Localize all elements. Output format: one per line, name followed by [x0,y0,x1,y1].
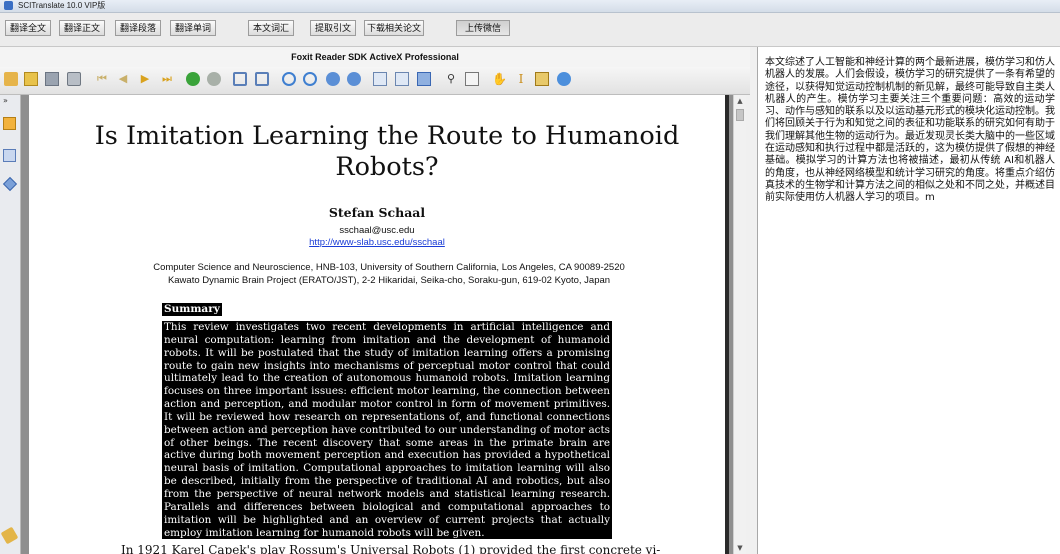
sidebar-expand-icon[interactable]: » [3,97,17,110]
find-icon[interactable]: ⚲ [444,72,458,86]
fit-width-icon[interactable] [395,72,409,86]
scroll-down-icon[interactable]: ▼ [734,542,746,554]
hand-tool-icon[interactable]: ✋ [492,72,507,86]
bookmark-icon[interactable] [465,72,479,86]
scroll-up-icon[interactable]: ▲ [734,95,746,107]
open-icon[interactable] [24,72,38,86]
app-icon [4,1,13,10]
affiliation-line-2: Kawato Dynamic Brain Project (ERATO/JST)… [167,275,611,286]
go-forward-icon[interactable] [207,72,221,86]
window-title: SCITranslate 10.0 VIP版 [18,1,106,10]
prev-page-icon[interactable]: ◀ [116,72,130,86]
rotate-left-icon[interactable] [233,72,247,86]
viewer-title: Foxit Reader SDK ActiveX Professional [291,52,459,62]
actual-size-icon[interactable] [417,72,431,86]
zoom-in-icon[interactable] [282,72,296,86]
print-icon[interactable] [67,72,81,86]
fit-page-icon[interactable] [373,72,387,86]
zoom-plus-icon[interactable] [326,72,340,86]
last-page-icon[interactable]: ⏭ [160,72,174,86]
translation-text[interactable]: 本文综述了人工智能和神经计算的两个最新进展，模仿学习和仿人机器人的发展。人们会假… [765,57,1055,205]
translate-word-button[interactable]: 翻译单词 [170,20,216,36]
pen-icon[interactable] [0,526,19,545]
translate-toolbar: 翻译全文 翻译正文 翻译段落 翻译单词 本文词汇 提取引文 下载相关论文 上传微… [0,13,1060,47]
about-icon[interactable] [557,72,571,86]
pdf-page: Is Imitation Learning the Route to Human… [29,95,725,554]
layers-icon[interactable] [3,149,16,162]
body-first-line: In 1921 Karel Capek's play Rossum's Univ… [121,543,661,554]
zoom-minus-icon[interactable] [347,72,361,86]
summary-heading: Summary [162,303,222,316]
pages-icon[interactable] [3,117,16,130]
author-url[interactable]: http://www-slab.usc.edu/sschaal [29,237,725,248]
pdf-sidebar: » [0,95,21,554]
translate-full-text-button[interactable]: 翻译全文 [5,20,51,36]
paper-title: Is Imitation Learning the Route to Human… [94,121,680,182]
first-page-icon[interactable]: ⏮ [95,72,109,86]
snapshot-icon[interactable] [535,72,549,86]
attachments-icon[interactable] [2,176,18,192]
zoom-out-icon[interactable] [303,72,317,86]
paper-author: Stefan Schaal [328,205,426,220]
translate-paragraph-button[interactable]: 翻译段落 [115,20,161,36]
translation-panel[interactable]: 本文综述了人工智能和神经计算的两个最新进展，模仿学习和仿人机器人的发展。人们会假… [757,47,1060,554]
hand-pointer-icon[interactable] [4,72,18,86]
save-icon[interactable] [45,72,59,86]
affiliation-line-1: Computer Science and Neuroscience, HNB-1… [153,262,625,273]
document-view[interactable]: Is Imitation Learning the Route to Human… [21,95,733,554]
scroll-thumb[interactable] [736,109,744,121]
author-email: sschaal@usc.edu [339,225,415,236]
upload-wechat-button[interactable]: 上传微信 [456,20,510,36]
vocabulary-button[interactable]: 本文词汇 [248,20,294,36]
viewer-header: Foxit Reader SDK ActiveX Professional [0,47,750,67]
abstract-selected-text[interactable]: This review investigates two recent deve… [162,321,612,540]
author-url-text[interactable]: http://www-slab.usc.edu/sschaal [309,237,445,248]
pdf-toolbar: ⏮ ◀ ▶ ⏭ ⚲ ✋ I [0,67,750,95]
download-related-papers-button[interactable]: 下载相关论文 [364,20,424,36]
document-scrollbar[interactable]: ▲ ▼ [733,95,746,554]
go-back-icon[interactable] [186,72,200,86]
text-select-icon[interactable]: I [514,72,528,86]
rotate-right-icon[interactable] [255,72,269,86]
next-page-icon[interactable]: ▶ [138,72,152,86]
translate-body-button[interactable]: 翻译正文 [59,20,105,36]
window-title-bar: SCITranslate 10.0 VIP版 [0,0,1060,13]
extract-citations-button[interactable]: 提取引文 [310,20,356,36]
